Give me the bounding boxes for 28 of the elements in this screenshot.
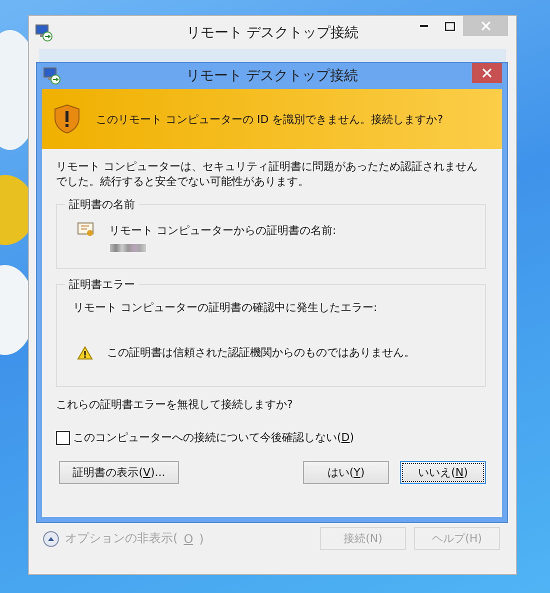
checkbox[interactable] — [56, 430, 70, 444]
certificate-icon — [77, 222, 95, 238]
question-text: これらの証明書エラーを無視して接続しますか? — [56, 397, 294, 412]
no-button[interactable]: いいえ(N) — [400, 461, 486, 484]
dialog-title: リモート デスクトップ接続 — [186, 67, 358, 85]
blurred-name-block — [110, 244, 146, 252]
message-text: リモート コンピューターは、セキュリティ証明書に問題があったため認証されませんでした。続行すると安全でない可能性があります。 — [56, 159, 478, 189]
dont-ask-checkbox[interactable]: このコンピューターへの接続について今後確認しない(D) — [56, 430, 486, 445]
banner-text: このリモート コンピューターの ID を識別できません。接続しますか? — [96, 112, 444, 126]
maximize-icon — [445, 22, 455, 30]
warning-icon — [77, 346, 93, 360]
collapse-icon — [43, 530, 59, 546]
close-icon — [482, 68, 492, 78]
minimize-icon — [420, 25, 428, 27]
monitor-icon — [43, 67, 61, 85]
warning-text: この証明書は信頼された認証機関からのものではありません。 — [107, 345, 415, 360]
yes-button[interactable]: はい(Y) — [303, 461, 389, 484]
certificate-name-label: リモート コンピューターからの証明書の名前: — [109, 222, 336, 238]
monitor-icon — [35, 24, 53, 42]
checkbox-label: このコンピューターへの接続について今後確認しない(D) — [73, 430, 354, 445]
view-certificate-button[interactable]: 証明書の表示(V)... — [59, 461, 179, 484]
window-title: リモート デスクトップ接続 — [186, 24, 359, 42]
shield-warning-icon — [54, 104, 80, 134]
close-button[interactable] — [472, 63, 502, 83]
group-legend: 証明書エラー — [65, 277, 139, 292]
group-legend: 証明書の名前 — [65, 197, 139, 212]
close-icon — [480, 21, 490, 31]
error-label: リモート コンピューターの証明書の確認中に発生したエラー: — [73, 300, 378, 315]
